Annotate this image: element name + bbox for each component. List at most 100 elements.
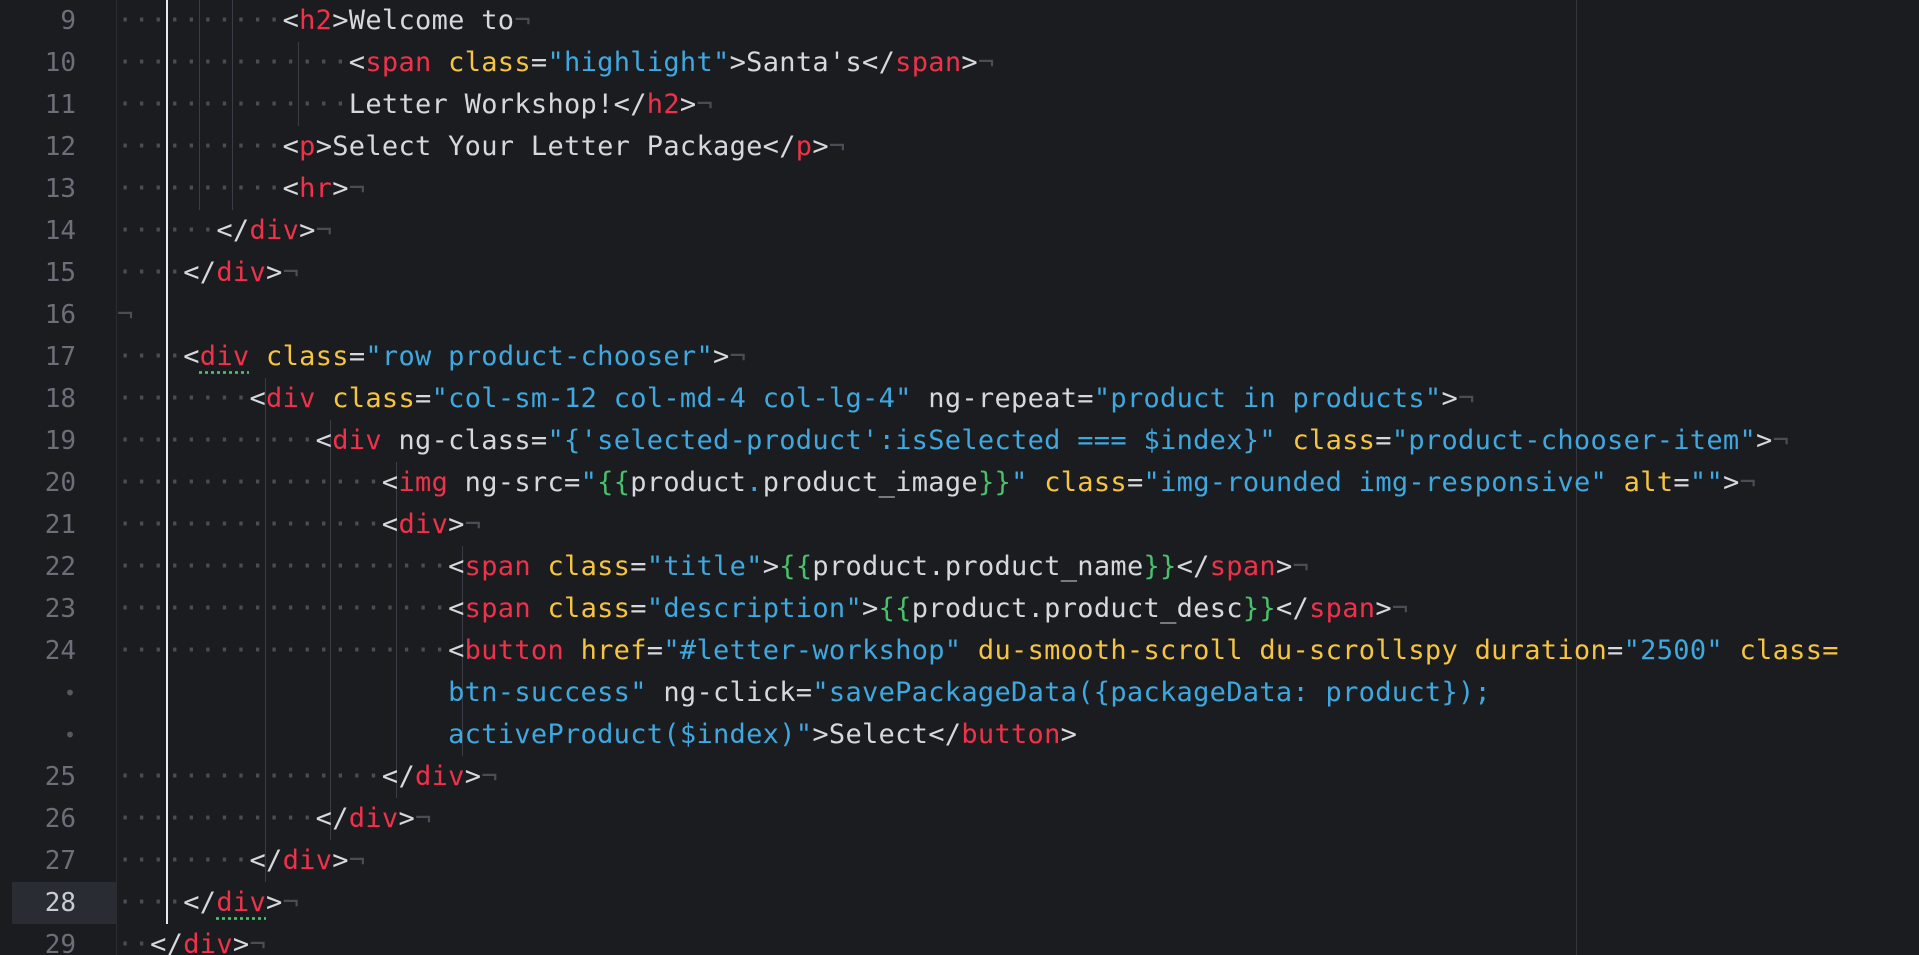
- code-line[interactable]: btn-success" ng-click="savePackageData({…: [117, 672, 1491, 714]
- code-token: >: [679, 89, 697, 120]
- code-token: >: [961, 47, 978, 78]
- code-token: >: [1723, 467, 1740, 498]
- code-line[interactable]: ··············<span class="highlight">Sa…: [117, 42, 995, 84]
- code-line[interactable]: ··········<p>Select Your Letter Package<…: [117, 126, 845, 168]
- code-token: product.product_name: [812, 551, 1144, 582]
- code-token: }}: [1143, 551, 1177, 582]
- code-line[interactable]: ················<img ng-src="{{product.p…: [117, 462, 1756, 504]
- code-token: alt: [1607, 467, 1674, 498]
- line-number[interactable]: 10: [0, 42, 116, 84]
- code-token: >: [266, 257, 283, 288]
- code-area[interactable]: ··········<h2>Welcome to¬ ··············<…: [117, 0, 1919, 955]
- line-number[interactable]: 20: [0, 462, 116, 504]
- line-number[interactable]: 25: [0, 756, 116, 798]
- code-token: {{: [878, 593, 912, 624]
- line-number-label: 14: [44, 216, 76, 246]
- code-token: "": [1689, 467, 1724, 498]
- code-line[interactable]: ················</div>¬: [117, 756, 498, 798]
- line-number[interactable]: 29: [0, 924, 116, 955]
- code-token: =: [795, 677, 813, 708]
- indent-whitespace: ··············: [117, 47, 349, 78]
- line-number[interactable]: •: [0, 672, 116, 714]
- code-token: >: [332, 173, 349, 204]
- line-number[interactable]: 18: [0, 378, 116, 420]
- line-number[interactable]: 16: [0, 294, 116, 336]
- code-token: Letter Workshop!</: [348, 89, 647, 120]
- line-number-label: •: [63, 681, 76, 705]
- eol-marker: ¬: [1292, 551, 1310, 582]
- indent-whitespace: ··: [117, 929, 151, 955]
- code-line[interactable]: ····</div>¬: [117, 882, 299, 924]
- code-line[interactable]: ··········<hr>¬: [117, 168, 365, 210]
- code-line[interactable]: ····</div>¬: [117, 252, 299, 294]
- code-token: hr: [299, 173, 333, 204]
- line-number[interactable]: 27: [0, 840, 116, 882]
- code-line[interactable]: ········<div class="col-sm-12 col-md-4 c…: [117, 378, 1475, 420]
- line-number[interactable]: 17: [0, 336, 116, 378]
- code-line[interactable]: ········</div>¬: [117, 840, 365, 882]
- code-editor[interactable]: 9 10 11 12 13 14 15 16 17 18 19 20 21 22 23 24 • • 25 26 27 2…: [0, 0, 1919, 955]
- indent-whitespace: ········: [117, 383, 250, 414]
- code-line[interactable]: ¬: [117, 294, 134, 336]
- code-token: class: [1027, 467, 1127, 498]
- code-line[interactable]: ····<div class="row product-chooser">¬: [117, 336, 746, 378]
- code-token: div: [199, 341, 250, 372]
- code-line[interactable]: ················<div>¬: [117, 504, 481, 546]
- line-number-gutter[interactable]: 9 10 11 12 13 14 15 16 17 18 19 20 21 22 23 24 • • 25 26 27 2…: [0, 0, 117, 955]
- code-token: <: [282, 5, 300, 36]
- code-line[interactable]: activeProduct($index)">Select</button>: [117, 714, 1077, 756]
- code-token: button: [961, 719, 1061, 750]
- eol-marker: ¬: [977, 47, 995, 78]
- code-token: >: [1441, 383, 1459, 414]
- code-line[interactable]: ··········<h2>Welcome to¬: [117, 0, 531, 42]
- code-token: <: [381, 467, 399, 498]
- line-number[interactable]: 28: [12, 882, 116, 924]
- line-number[interactable]: 19: [0, 420, 116, 462]
- line-number[interactable]: 22: [0, 546, 116, 588]
- code-token: span: [464, 593, 531, 624]
- code-line[interactable]: ····················<span class="descrip…: [117, 588, 1408, 630]
- code-token: >: [299, 215, 316, 246]
- line-number[interactable]: 13: [0, 168, 116, 210]
- line-number[interactable]: 24: [0, 630, 116, 672]
- line-number[interactable]: 12: [0, 126, 116, 168]
- code-token: ng-repeat: [911, 383, 1078, 414]
- indent-whitespace: ····: [117, 341, 184, 372]
- code-token: div: [249, 215, 300, 246]
- line-number-label: 16: [44, 300, 76, 330]
- code-token: <: [348, 47, 366, 78]
- code-line[interactable]: ····················<button href="#lette…: [117, 630, 1839, 672]
- line-number-label: 9: [60, 6, 76, 36]
- line-number[interactable]: 23: [0, 588, 116, 630]
- code-token: <: [448, 551, 465, 582]
- code-line[interactable]: ··</div>¬: [117, 924, 266, 955]
- line-number[interactable]: 9: [0, 0, 116, 42]
- code-token: >: [1375, 593, 1392, 624]
- indent-whitespace: ············: [117, 425, 316, 456]
- code-line[interactable]: ············<div ng-class="{'selected-pr…: [117, 420, 1789, 462]
- code-token: </: [1176, 551, 1210, 582]
- code-token: class: [530, 551, 631, 582]
- code-token: "product-chooser-item": [1391, 425, 1757, 456]
- code-line[interactable]: ············</div>¬: [117, 798, 432, 840]
- line-number[interactable]: 21: [0, 504, 116, 546]
- code-token: class: [431, 47, 531, 78]
- line-number[interactable]: •: [0, 714, 116, 756]
- code-line[interactable]: ····················<span class="title">…: [117, 546, 1309, 588]
- code-line[interactable]: ··············Letter Workshop!</h2>¬: [117, 84, 713, 126]
- line-number[interactable]: 14: [0, 210, 116, 252]
- code-token: =: [415, 383, 432, 414]
- code-token: ng-class: [381, 425, 531, 456]
- code-token: </: [315, 803, 349, 834]
- line-number-label: 25: [44, 762, 76, 792]
- line-number[interactable]: 11: [0, 84, 116, 126]
- line-number-label: •: [63, 723, 76, 747]
- code-token: <: [282, 173, 300, 204]
- code-token: ng-src: [448, 467, 565, 498]
- line-number[interactable]: 26: [0, 798, 116, 840]
- line-number-label: 18: [44, 384, 76, 414]
- line-number[interactable]: 15: [0, 252, 116, 294]
- code-line[interactable]: ······</div>¬: [117, 210, 332, 252]
- indent-whitespace: ········: [117, 845, 250, 876]
